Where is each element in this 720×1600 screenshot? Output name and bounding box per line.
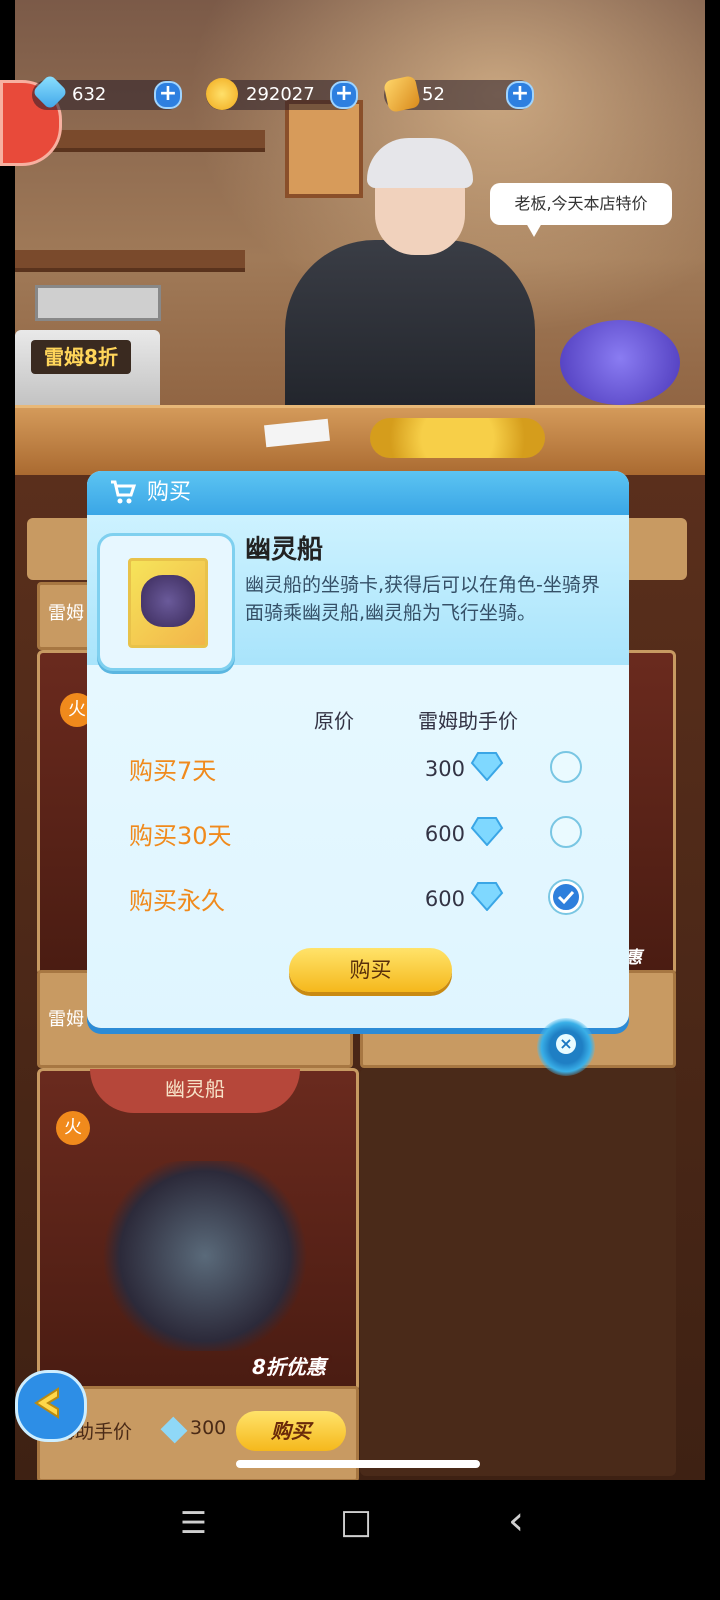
option-label: 购买30天 bbox=[129, 822, 232, 850]
purchase-dialog: 购买 幽灵船 幽灵船的坐骑卡,获得后可以在角色-坐骑界面骑乘幽灵船,幽灵船为飞行… bbox=[87, 471, 629, 1028]
back-nav-icon[interactable]: ‹ bbox=[508, 1498, 524, 1544]
cart-icon bbox=[109, 479, 137, 504]
close-icon: × bbox=[556, 1034, 576, 1054]
gesture-bar[interactable] bbox=[236, 1460, 480, 1468]
add-tickets-button[interactable]: + bbox=[506, 81, 534, 109]
gems-value: 632 bbox=[72, 84, 107, 105]
system-nav-bar: ☰ □ ‹ bbox=[0, 1480, 720, 1600]
coins-counter: 292027 + bbox=[206, 78, 358, 110]
tickets-counter: 52 + bbox=[383, 75, 534, 113]
ghost-ship-buy-button[interactable]: 购买 bbox=[236, 1411, 346, 1451]
option-price: 600 bbox=[424, 822, 465, 846]
checkmark-icon bbox=[557, 890, 575, 905]
option-row-30-days[interactable]: 购买30天 600 bbox=[87, 812, 629, 856]
option-label: 购买永久 bbox=[129, 887, 225, 915]
option-price: 300 bbox=[424, 757, 465, 781]
ghost-ship-card[interactable]: 幽灵船 火 8折优惠 bbox=[37, 1068, 359, 1392]
close-button[interactable]: × bbox=[537, 1018, 595, 1076]
back-button[interactable] bbox=[15, 1370, 87, 1442]
helper-price-header: 雷姆助手价 bbox=[418, 709, 518, 733]
add-coins-button[interactable]: + bbox=[330, 81, 358, 109]
item-description: 幽灵船的坐骑卡,获得后可以在角色-坐骑界面骑乘幽灵船,幽灵船为飞行坐骑。 bbox=[245, 574, 600, 624]
back-arrow-icon bbox=[34, 1387, 59, 1419]
empty-slot bbox=[360, 1068, 676, 1476]
option-radio[interactable] bbox=[550, 816, 582, 848]
gem-icon bbox=[160, 1416, 188, 1444]
menu-icon[interactable]: ☰ bbox=[180, 1506, 207, 1541]
original-price-header: 原价 bbox=[314, 709, 354, 733]
ghost-ship-card-title: 幽灵船 bbox=[90, 1069, 300, 1113]
receipt-paper bbox=[264, 418, 330, 448]
add-gems-button[interactable]: + bbox=[154, 81, 182, 109]
dialog-title: 购买 bbox=[147, 480, 192, 505]
option-price: 600 bbox=[424, 887, 465, 911]
option-radio-selected[interactable] bbox=[550, 881, 582, 913]
gem-icon bbox=[470, 882, 504, 911]
tickets-value: 52 bbox=[422, 84, 445, 105]
register-sign: 雷姆8折 bbox=[31, 340, 131, 374]
coin-pile bbox=[370, 418, 545, 458]
gem-icon bbox=[470, 752, 504, 781]
dialog-header: 购买 bbox=[87, 471, 629, 515]
hot-tag: 火 bbox=[56, 1111, 90, 1145]
option-label: 购买7天 bbox=[129, 757, 217, 785]
item-price-label: 雷姆 bbox=[48, 603, 84, 624]
speech-bubble: 老板,今天本店特价 bbox=[490, 183, 672, 237]
item-name: 幽灵船 bbox=[245, 535, 324, 565]
ship-image bbox=[141, 575, 195, 627]
option-row-7-days[interactable]: 购买7天 300 bbox=[87, 747, 629, 791]
home-icon[interactable]: □ bbox=[340, 1502, 372, 1542]
option-radio[interactable] bbox=[550, 751, 582, 783]
shop-counter bbox=[15, 405, 705, 478]
buy-button[interactable]: 购买 bbox=[289, 948, 452, 992]
item-price-label: 雷姆 bbox=[48, 1009, 84, 1030]
shopkeeper-body bbox=[285, 240, 535, 410]
discount-tag: 8折优惠 bbox=[252, 1355, 326, 1379]
ghost-ship-card-icon bbox=[128, 558, 208, 648]
gems-counter: 632 + bbox=[31, 73, 182, 111]
pet-creature bbox=[560, 320, 680, 405]
gem-icon bbox=[470, 817, 504, 846]
coins-value: 292027 bbox=[246, 84, 315, 105]
ghost-ship-price: 300 bbox=[190, 1417, 227, 1439]
shelf bbox=[15, 250, 245, 272]
wall-picture bbox=[285, 100, 363, 198]
register-display bbox=[35, 285, 161, 321]
ghost-ship-image bbox=[100, 1161, 310, 1351]
cat-coin-icon bbox=[206, 78, 238, 110]
ticket-icon bbox=[383, 75, 421, 113]
option-row-permanent[interactable]: 购买永久 600 bbox=[87, 877, 629, 921]
item-icon-frame bbox=[97, 533, 235, 671]
